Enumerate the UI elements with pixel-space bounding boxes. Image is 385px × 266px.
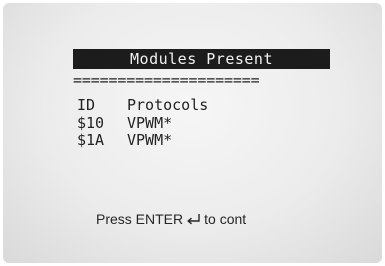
module-row-2-protocol: VPWM*: [127, 131, 173, 149]
module-row-1-id: $10: [77, 114, 105, 132]
enter-return-icon: [186, 213, 201, 225]
title-divider: =====================: [73, 71, 260, 89]
column-header-id: ID: [77, 96, 96, 114]
module-row-2-id: $1A: [77, 131, 105, 149]
continue-prompt[interactable]: Press ENTER to cont: [96, 211, 246, 227]
module-row-1-protocol: VPWM*: [127, 114, 173, 132]
column-header-protocols: Protocols: [127, 96, 209, 114]
continue-prompt-suffix: to cont: [204, 211, 247, 227]
lcd-screen: Modules Present ===================== ID…: [3, 3, 382, 263]
screen-title: Modules Present: [73, 49, 330, 69]
continue-prompt-prefix: Press ENTER: [96, 211, 184, 227]
